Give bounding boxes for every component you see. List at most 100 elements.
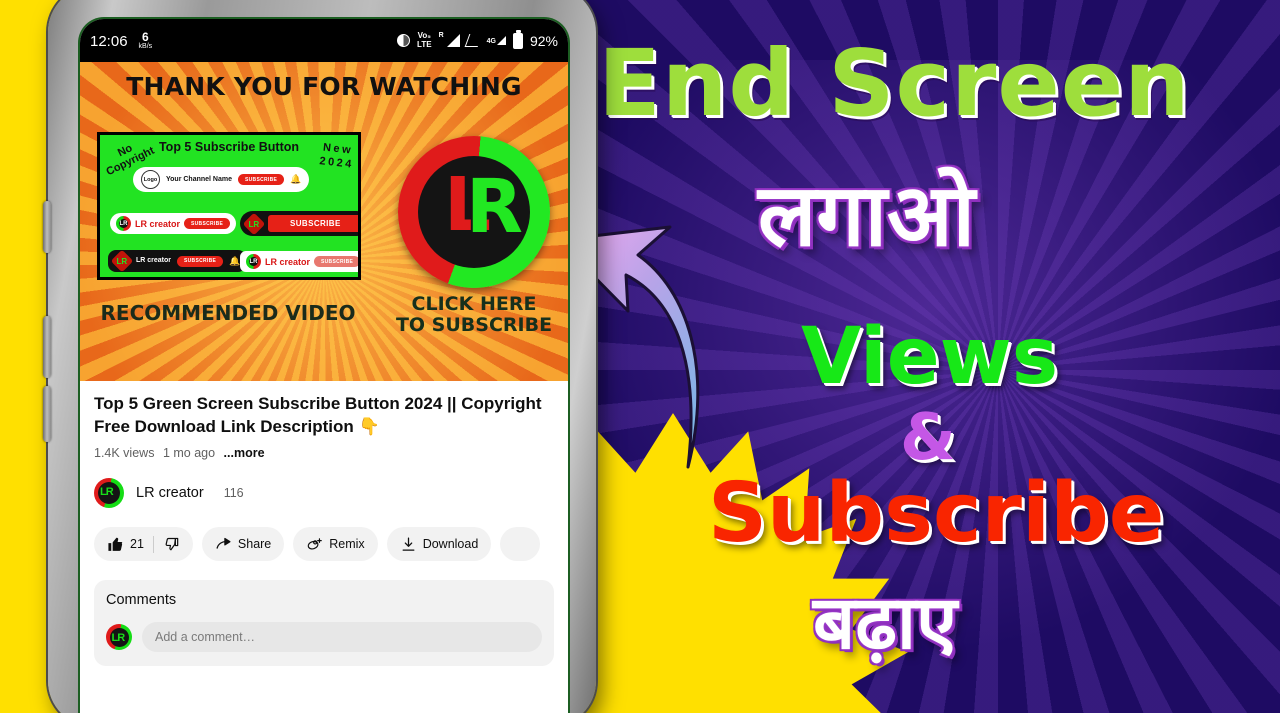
comment-user-avatar bbox=[106, 624, 132, 651]
thumb-subscribe-button-2: LR LR creator SUBSCRIBE 🔔 bbox=[110, 213, 251, 234]
thumb-subscribe-button-1: Logo Your Channel Name SUBSCRIBE 🔔 bbox=[133, 167, 310, 192]
download-label: Download bbox=[422, 537, 479, 552]
remix-icon bbox=[307, 537, 323, 550]
heading-hindi-badhaye: बढ़ाए bbox=[813, 580, 958, 666]
network-speed-value: 6 bbox=[142, 30, 149, 44]
volume-up-button[interactable] bbox=[43, 316, 51, 378]
heading-ampersand: & bbox=[900, 401, 956, 475]
heading-subscribe: Subscribe bbox=[708, 466, 1165, 561]
recommended-video-label: RECOMMENDED VIDEO bbox=[100, 301, 356, 325]
like-count: 21 bbox=[130, 537, 144, 552]
subscriber-count: 116 bbox=[223, 486, 244, 501]
download-icon bbox=[402, 537, 415, 551]
thumb-cta-3: SUBSCRIBE bbox=[268, 215, 358, 232]
thumb-subscribe-button-4: LR LR creator SUBSCRIBE 🔔 bbox=[108, 249, 247, 273]
share-icon bbox=[216, 537, 231, 549]
bell-icon-1: 🔔 bbox=[290, 174, 302, 184]
like-dislike-group[interactable]: 21 bbox=[94, 527, 193, 562]
status-bar-right: Vo₅ LTE R 4G 92% bbox=[397, 30, 558, 49]
thumb-channel-name-2: LR creator bbox=[135, 218, 181, 229]
volume-down-button[interactable] bbox=[43, 386, 51, 442]
network-speed-indicator: 6 kB/s bbox=[139, 31, 153, 50]
logo-letters-2: LR bbox=[119, 219, 128, 228]
mobile-data-4g-icon: 4G bbox=[487, 36, 506, 45]
status-bar: 12:06 6 kB/s Vo₅ LTE R 4G 92% bbox=[80, 19, 568, 62]
channel-avatar[interactable] bbox=[94, 478, 124, 509]
network-speed-unit: kB/s bbox=[138, 43, 153, 50]
logo-letters-5: LR bbox=[249, 257, 258, 266]
end-screen-recommended-thumbnail[interactable]: Top 5 Subscribe Button No Copyright New … bbox=[97, 132, 361, 280]
heading-hindi-lagao: लगाओ bbox=[758, 166, 975, 266]
heading-views: Views bbox=[801, 312, 1059, 402]
thumb-logo-2: LR bbox=[116, 216, 131, 231]
logo-letter-r: R bbox=[466, 164, 523, 250]
year-label: 2024 bbox=[318, 154, 354, 171]
thumb-cta-5: SUBSCRIBE bbox=[314, 256, 358, 267]
thumb-subscribe-button-3: LR SUBSCRIBE bbox=[240, 211, 358, 236]
thumb-title: Top 5 Subscribe Button bbox=[158, 140, 300, 154]
thumb-subscribe-button-5: LR LR creator SUBSCRIBE bbox=[240, 251, 358, 272]
add-comment-row[interactable]: Add a comment… bbox=[106, 622, 542, 653]
signal-strength-sim1-icon bbox=[446, 34, 460, 47]
battery-icon bbox=[512, 30, 523, 49]
add-comment-input[interactable]: Add a comment… bbox=[142, 622, 542, 653]
share-label: Share bbox=[237, 537, 272, 552]
upload-age: 1 mo ago bbox=[162, 446, 216, 461]
comments-section: Comments Add a comment… bbox=[94, 580, 554, 667]
data-signal-icon bbox=[496, 36, 506, 45]
thumb-logo-4: LR bbox=[110, 249, 134, 273]
logo-text: Logo bbox=[143, 176, 158, 183]
end-screen-subscribe-logo[interactable]: L R bbox=[398, 136, 550, 288]
comments-title: Comments bbox=[106, 592, 177, 609]
thumb-cta-4: SUBSCRIBE bbox=[177, 255, 224, 267]
click-here-line-1: CLICK HERE bbox=[411, 293, 537, 315]
thumb-cta-2: SUBSCRIBE bbox=[184, 218, 231, 229]
click-here-to-subscribe-label: CLICK HERE TO SUBSCRIBE bbox=[386, 293, 562, 337]
signal-strength-sim2-icon bbox=[467, 34, 480, 47]
thumb-logo-placeholder: Logo bbox=[141, 170, 160, 189]
heading-end-screen: End Screen bbox=[598, 30, 1191, 137]
remix-button[interactable]: Remix bbox=[293, 527, 378, 562]
thumbs-down-icon bbox=[165, 537, 179, 551]
video-player[interactable]: THANK YOU FOR WATCHING Top 5 Subscribe B… bbox=[80, 62, 568, 381]
thumb-channel-name-4: LR creator bbox=[136, 257, 172, 265]
phone-mockup: 12:06 6 kB/s Vo₅ LTE R 4G 92% THANK YOU … bbox=[43, 0, 596, 713]
status-bar-left: 12:06 6 kB/s bbox=[90, 31, 152, 50]
thank-you-text: THANK YOU FOR WATCHING bbox=[126, 72, 522, 101]
channel-name[interactable]: LR creator bbox=[136, 485, 204, 501]
video-metadata-section: Top 5 Green Screen Subscribe Button 2024… bbox=[80, 381, 568, 509]
share-button[interactable]: Share bbox=[201, 527, 285, 562]
thumb-channel-name-1: Your Channel Name bbox=[166, 176, 232, 183]
bell-icon-4: 🔔 bbox=[229, 255, 241, 266]
status-clock: 12:06 bbox=[90, 33, 128, 50]
video-title[interactable]: Top 5 Green Screen Subscribe Button 2024… bbox=[94, 393, 554, 438]
phone-screen: 12:06 6 kB/s Vo₅ LTE R 4G 92% THANK YOU … bbox=[78, 17, 570, 713]
thumb-new-2024-badge: New 2024 bbox=[318, 141, 355, 172]
logo-letters-3: LR bbox=[248, 218, 260, 228]
view-count: 1.4K views bbox=[94, 446, 155, 461]
roaming-icon: R bbox=[438, 32, 444, 40]
volte-line-2: LTE bbox=[417, 39, 432, 49]
remix-label: Remix bbox=[329, 537, 365, 552]
thumbnail-text-panel: End Screen लगाओ Views & Subscribe बढ़ाए bbox=[568, 0, 1280, 713]
thumb-logo-5: LR bbox=[246, 254, 261, 269]
do-not-disturb-icon bbox=[397, 34, 411, 47]
action-divider bbox=[152, 535, 154, 553]
more-actions-button[interactable] bbox=[500, 527, 541, 562]
click-here-line-2: TO SUBSCRIBE bbox=[395, 314, 553, 337]
battery-percent-label: 92% bbox=[529, 32, 558, 49]
thumbs-up-icon bbox=[108, 537, 123, 551]
video-action-buttons: 21 Share Remix Download bbox=[80, 527, 568, 562]
thumb-cta-1: SUBSCRIBE bbox=[238, 174, 285, 185]
logo-letters-4: LR bbox=[116, 256, 128, 266]
more-link[interactable]: ...more bbox=[224, 446, 265, 460]
download-button[interactable]: Download bbox=[386, 527, 492, 562]
volte-icon: Vo₅ LTE bbox=[417, 31, 432, 49]
thumb-channel-name-5: LR creator bbox=[265, 256, 311, 267]
logo-inner-circle: L R bbox=[418, 156, 530, 268]
channel-row[interactable]: LR creator 116 bbox=[94, 478, 554, 509]
power-button[interactable] bbox=[43, 201, 51, 253]
network-type-label: 4G bbox=[486, 38, 496, 45]
video-stats-row[interactable]: 1.4K views 1 mo ago ...more bbox=[94, 446, 554, 460]
thumb-logo-3: LR bbox=[242, 212, 266, 235]
